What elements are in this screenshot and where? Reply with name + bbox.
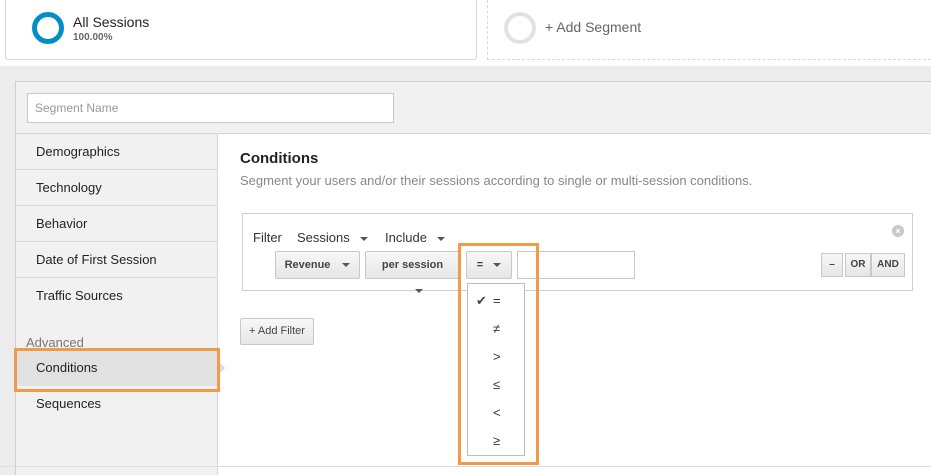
or-button[interactable]: OR bbox=[845, 253, 871, 277]
editor-header bbox=[16, 82, 931, 134]
checkmark-icon: ✔ bbox=[476, 293, 487, 308]
add-segment-label: + Add Segment bbox=[545, 19, 642, 35]
segment-card-all-sessions[interactable]: All Sessions 100.00% bbox=[5, 0, 477, 60]
nav-advanced-heading: Advanced bbox=[26, 335, 84, 350]
dimension-dropdown[interactable]: Revenue bbox=[275, 251, 360, 279]
per-session-dropdown[interactable]: per session bbox=[365, 251, 460, 294]
filter-value-input[interactable] bbox=[517, 251, 635, 279]
chevron-down-icon bbox=[436, 236, 445, 241]
segment-percent: 100.00% bbox=[73, 32, 113, 43]
nav-item-demographics[interactable]: Demographics bbox=[16, 134, 217, 170]
nav-item-sequences[interactable]: Sequences bbox=[16, 386, 217, 422]
add-segment-card[interactable]: + Add Segment bbox=[487, 0, 931, 60]
bottom-divider bbox=[0, 466, 931, 467]
operator-option-label: ≠ bbox=[493, 321, 501, 336]
filter-mode-value: Include bbox=[385, 230, 427, 245]
operator-value: = bbox=[476, 259, 484, 271]
filter-scope-dropdown[interactable]: Sessions bbox=[297, 230, 368, 245]
dimension-value: Revenue bbox=[284, 259, 331, 271]
remove-filter-icon[interactable]: × bbox=[892, 225, 904, 237]
operator-option-not-equal[interactable]: ≠ bbox=[468, 315, 524, 343]
segment-name-input[interactable] bbox=[27, 93, 394, 123]
segment-category-nav: Demographics Technology Behavior Date of… bbox=[16, 134, 218, 475]
operator-option-label: > bbox=[493, 349, 501, 364]
filter-mode-dropdown[interactable]: Include bbox=[385, 230, 445, 245]
nav-item-behavior[interactable]: Behavior bbox=[16, 206, 217, 242]
chevron-down-icon bbox=[493, 263, 502, 268]
chevron-down-icon bbox=[414, 289, 423, 294]
filter-row: Filter Sessions Include × Revenue per se… bbox=[242, 213, 913, 294]
chevron-down-icon bbox=[342, 263, 351, 268]
operator-option-greater-equal[interactable]: ≥ bbox=[468, 427, 524, 455]
nav-selection-arrow-inner bbox=[217, 362, 223, 374]
conditions-title: Conditions bbox=[240, 150, 319, 167]
conditions-description: Segment your users and/or their sessions… bbox=[240, 173, 753, 188]
segment-title: All Sessions bbox=[73, 14, 150, 30]
and-button[interactable]: AND bbox=[871, 253, 905, 277]
operator-options-list: ✔ = ≠ > ≤ < ≥ bbox=[467, 283, 525, 456]
nav-item-technology[interactable]: Technology bbox=[16, 170, 217, 206]
nav-item-date-of-first-session[interactable]: Date of First Session bbox=[16, 242, 217, 278]
filter-scope-value: Sessions bbox=[297, 230, 350, 245]
remove-condition-button[interactable]: – bbox=[821, 253, 843, 277]
operator-dropdown[interactable]: = bbox=[466, 251, 512, 279]
nav-item-traffic-sources[interactable]: Traffic Sources bbox=[16, 278, 217, 314]
per-session-value: per session bbox=[381, 259, 444, 271]
add-filter-button[interactable]: + Add Filter bbox=[240, 318, 314, 345]
operator-option-equals[interactable]: ✔ = bbox=[468, 287, 524, 315]
operator-option-label: = bbox=[493, 293, 501, 308]
operator-option-label: ≤ bbox=[493, 377, 501, 392]
operator-option-label: < bbox=[493, 405, 501, 420]
filter-label: Filter bbox=[253, 230, 282, 245]
segment-ring-icon bbox=[32, 12, 64, 44]
empty-segment-ring-icon bbox=[504, 12, 536, 44]
nav-item-conditions[interactable]: Conditions bbox=[16, 350, 217, 386]
segment-bar: All Sessions 100.00% + Add Segment bbox=[0, 0, 931, 66]
operator-option-less-equal[interactable]: ≤ bbox=[468, 371, 524, 399]
operator-option-less[interactable]: < bbox=[468, 399, 524, 427]
operator-option-greater[interactable]: > bbox=[468, 343, 524, 371]
chevron-down-icon bbox=[359, 236, 368, 241]
operator-option-label: ≥ bbox=[493, 433, 501, 448]
